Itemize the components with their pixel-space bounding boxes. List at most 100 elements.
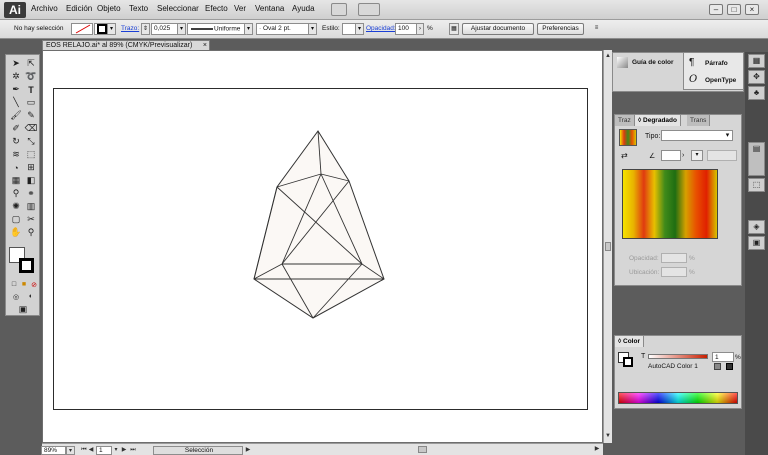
status-mode[interactable]: Selección	[153, 446, 243, 455]
rotate-icon[interactable]: ↻	[9, 136, 23, 147]
vertical-scroll-thumb[interactable]	[605, 242, 611, 251]
document-tab[interactable]: EOS RELAJO.ai* al 89% (CMYK/Previsualiza…	[42, 40, 210, 50]
panel-menu-icon[interactable]: ≡	[592, 23, 601, 35]
reverse-gradient-icon[interactable]: ⇄	[621, 151, 628, 160]
color-guide-label[interactable]: Guía de color	[632, 59, 674, 66]
rectangle-tool-icon[interactable]: ▭	[24, 97, 38, 108]
perspective-grid-icon[interactable]: ⊞	[24, 162, 38, 173]
stroke-stepper[interactable]: ⇕	[141, 23, 150, 35]
scroll-down-icon[interactable]: ▼	[604, 432, 612, 440]
chevron-down-icon[interactable]: ▾	[355, 23, 364, 35]
aspect-ratio-icon[interactable]: ▾	[691, 150, 703, 161]
artboard-tool-icon[interactable]: ▢	[9, 214, 23, 225]
tab-color[interactable]: ◊ Color	[615, 336, 644, 347]
align-icon[interactable]: ▤	[748, 142, 765, 176]
opentype-label[interactable]: OpenType	[705, 77, 736, 84]
stroke-swatch[interactable]	[94, 23, 108, 35]
chevron-right-icon[interactable]: ▶	[244, 446, 252, 454]
gradient-opacity-field[interactable]	[661, 253, 687, 263]
paragraph-label[interactable]: Párrafo	[705, 60, 728, 67]
stroke-weight-field[interactable]: 0,025	[151, 23, 178, 35]
draw-inside-icon[interactable]: ◐	[24, 291, 38, 302]
tab-stroke[interactable]: Traz	[615, 115, 635, 126]
opacity-field[interactable]: 100	[395, 23, 417, 35]
zoom-tool-icon[interactable]: ⚲	[24, 227, 38, 238]
gradient-location-field[interactable]	[661, 267, 687, 277]
chevron-down-icon[interactable]: ▾	[308, 23, 317, 35]
selection-tool-icon[interactable]: ➤	[9, 58, 23, 69]
minimize-button[interactable]: –	[709, 4, 723, 15]
menu-seleccionar[interactable]: Seleccionar	[157, 4, 199, 13]
bridge-icon[interactable]	[331, 3, 347, 16]
horizontal-scroll-thumb[interactable]	[418, 446, 427, 453]
line-tool-icon[interactable]: ╲	[9, 97, 23, 108]
type-tool-icon[interactable]: T	[24, 84, 38, 95]
document-setup-button[interactable]: Ajustar documento	[462, 23, 534, 35]
gradient-tool-icon[interactable]: ◧	[24, 175, 38, 186]
chevron-right-icon[interactable]: ›	[416, 23, 424, 35]
direct-selection-tool-icon[interactable]: ⇱	[24, 58, 38, 69]
blend-icon[interactable]: ⚭	[24, 188, 38, 199]
chevron-down-icon[interactable]: ▾	[107, 23, 116, 35]
symbols-icon[interactable]: ♣	[748, 86, 765, 100]
swatches-icon[interactable]: ▦	[748, 54, 765, 68]
chevron-down-icon[interactable]: ▾	[112, 446, 120, 454]
gradient-slider[interactable]	[622, 169, 718, 239]
menu-efecto[interactable]: Efecto	[205, 4, 228, 13]
recolor-icon[interactable]: ▦	[449, 23, 459, 35]
page-field[interactable]: 1	[96, 446, 112, 455]
preferences-button[interactable]: Preferencias	[537, 23, 584, 35]
color-spectrum[interactable]	[618, 392, 738, 404]
tint-field[interactable]: 1	[712, 352, 734, 362]
chevron-right-icon[interactable]: ›	[682, 150, 689, 161]
menu-objeto[interactable]: Objeto	[97, 4, 121, 13]
color-stroke-box[interactable]	[623, 357, 633, 367]
menu-edicion[interactable]: Edición	[66, 4, 92, 13]
none-mode-icon[interactable]: ⊘	[27, 279, 41, 290]
free-transform-icon[interactable]: ⬚	[24, 149, 38, 160]
brush-select[interactable]: · Oval 2 pt.	[256, 23, 309, 35]
magic-wand-icon[interactable]: ✲	[9, 71, 23, 82]
style-swatch[interactable]	[342, 23, 356, 35]
opentype-icon[interactable]: O	[689, 74, 697, 85]
slice-tool-icon[interactable]: ✂	[24, 214, 38, 225]
menu-ventana[interactable]: Ventana	[255, 4, 284, 13]
eyedropper-icon[interactable]: ⚲	[9, 188, 23, 199]
menu-archivo[interactable]: Archivo	[31, 4, 58, 13]
prev-page-icon[interactable]: ◀	[87, 446, 95, 454]
paintbrush-icon[interactable]: 🖌	[9, 110, 23, 121]
menu-texto[interactable]: Texto	[129, 4, 148, 13]
stroke-color-box[interactable]	[19, 258, 34, 273]
chevron-down-icon[interactable]: ▾	[244, 23, 253, 35]
artboards-icon[interactable]: ▣	[748, 236, 765, 250]
chevron-down-icon[interactable]: ▾	[177, 23, 186, 35]
zoom-field[interactable]: 89%	[41, 446, 66, 455]
menu-ayuda[interactable]: Ayuda	[292, 4, 315, 13]
fill-swatch[interactable]	[71, 23, 93, 35]
chevron-down-icon[interactable]: ▾	[723, 131, 732, 140]
close-button[interactable]: ×	[745, 4, 759, 15]
maximize-button[interactable]: □	[727, 4, 741, 15]
draw-mode-icon[interactable]: ◎	[9, 291, 23, 302]
eraser-icon[interactable]: ⌫	[24, 123, 38, 134]
color-guide-icon[interactable]	[617, 57, 628, 68]
tab-gradient[interactable]: ◊ Degradado	[635, 115, 681, 126]
vertical-scrollbar[interactable]: ▲ ▼	[603, 50, 612, 443]
transform-icon[interactable]: ⬚	[748, 178, 765, 192]
eos-logo-artwork[interactable]	[54, 89, 587, 409]
shape-builder-icon[interactable]: ◔	[9, 162, 23, 173]
scroll-up-icon[interactable]: ▲	[604, 52, 612, 60]
brushes-icon[interactable]: ✥	[748, 70, 765, 84]
screen-mode-icon[interactable]: ▣	[16, 304, 30, 315]
paragraph-icon[interactable]: ¶	[689, 57, 694, 68]
warp-icon[interactable]: ≋	[9, 149, 23, 160]
symbol-sprayer-icon[interactable]: ✺	[9, 201, 23, 212]
artboard[interactable]	[53, 88, 588, 410]
column-graph-icon[interactable]: ▥	[24, 201, 38, 212]
web-safe-icon[interactable]	[726, 363, 733, 370]
lasso-icon[interactable]: ➰	[24, 71, 38, 82]
last-page-icon[interactable]: ⏭	[129, 446, 137, 454]
scroll-right-icon[interactable]: ▶	[593, 445, 601, 453]
pencil-icon[interactable]: ✎	[24, 110, 38, 121]
tint-slider[interactable]	[648, 354, 708, 359]
